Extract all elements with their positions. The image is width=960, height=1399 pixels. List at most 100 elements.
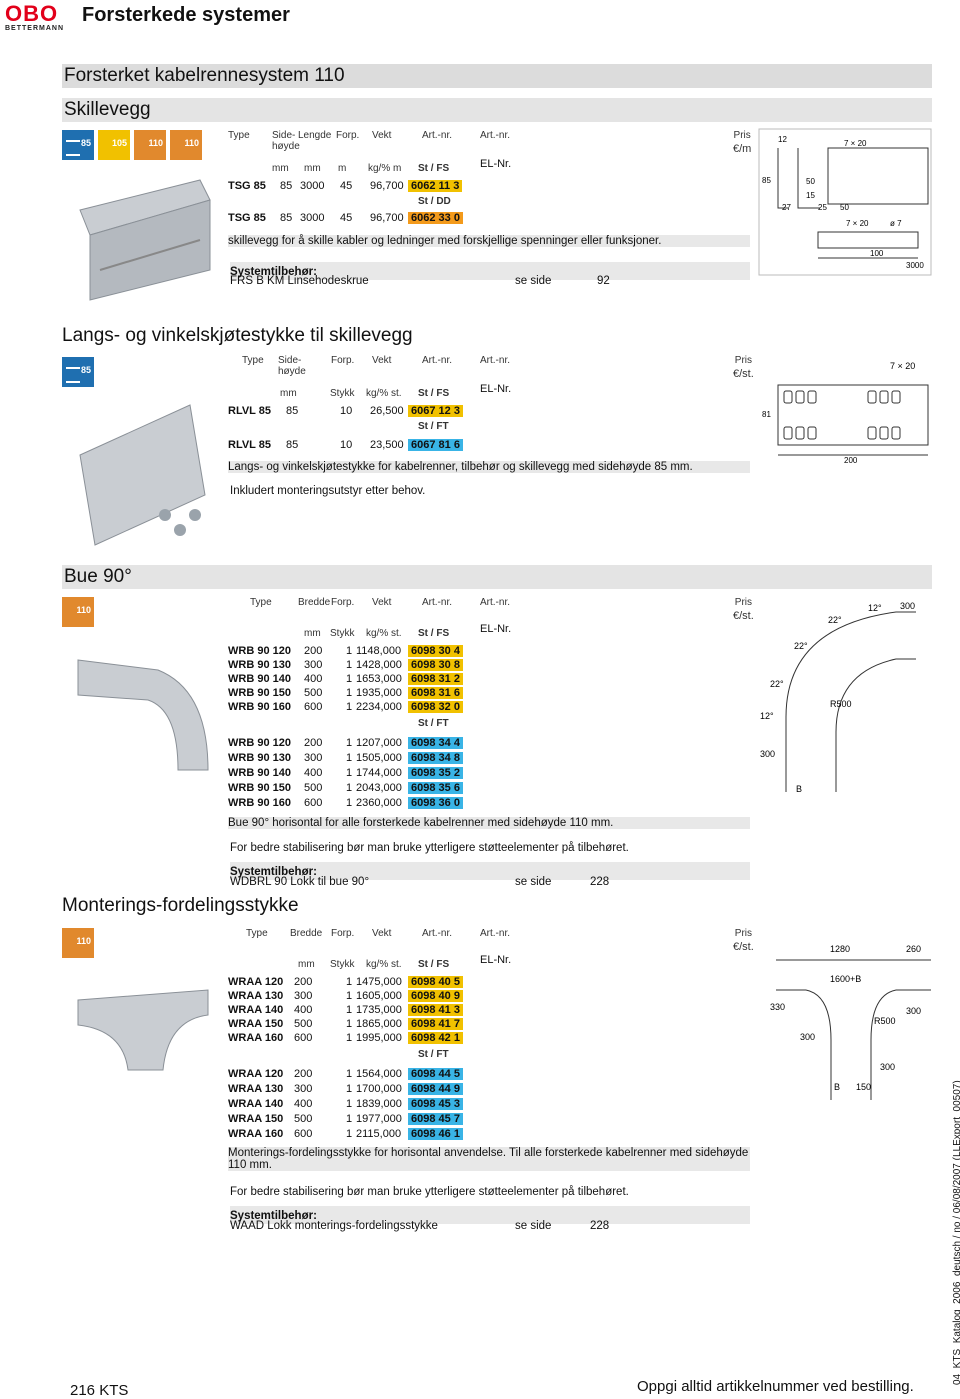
dim-label: B <box>834 1082 840 1092</box>
row-type: WRAA 130 <box>228 990 284 1002</box>
hdr-kg: kg/% st. <box>366 959 402 970</box>
row-vekt: 2360,000 <box>356 797 402 809</box>
dim-label: 12° <box>868 603 882 613</box>
hdr-type: Type <box>242 355 264 366</box>
langs-pris: Pris €/st. <box>733 355 754 380</box>
row-side: 85 <box>280 180 293 192</box>
monterings-pris: Pris €/st. <box>733 928 754 953</box>
hdr-unit-mm2: mm <box>304 163 321 174</box>
hdr-stykk: Stykk <box>330 388 355 399</box>
bue-sys-item: WDBRL 90 Lokk til bue 90° <box>230 876 370 888</box>
row-bredde: 600 <box>304 701 323 713</box>
row-forp: 1 <box>346 737 353 749</box>
row-vekt: 2234,000 <box>356 701 402 713</box>
page-title: Forsterkede systemer <box>82 4 290 26</box>
row-art: 6098 46 1 <box>408 1128 463 1140</box>
row-art: 6098 30 8 <box>408 659 463 671</box>
bue-drawing: 12° 300 22° 22° 22° 12° R500 300 B <box>760 601 916 794</box>
row-bredde: 200 <box>294 976 313 988</box>
skillevegg-heading: Skillevegg <box>62 98 932 122</box>
row-vekt: 26,500 <box>370 405 404 417</box>
row-forp: 1 <box>346 752 353 764</box>
row-art: 6062 33 0 <box>408 212 463 224</box>
row-art: 6098 34 8 <box>408 752 463 764</box>
dim-label: 25 <box>818 203 827 212</box>
hdr-elnr: EL-Nr. <box>480 623 512 635</box>
hdr-side: Side- høyde <box>272 130 300 152</box>
row-type: TSG 85 <box>228 212 266 224</box>
hdr-st-fs: St / FS <box>418 163 450 174</box>
hdr-kg: kg/% st. <box>366 388 402 399</box>
hdr-vekt: Vekt <box>372 130 392 141</box>
dim-label: 7 × 20 <box>890 361 915 371</box>
row-art: 6098 45 3 <box>408 1098 463 1110</box>
section-banner: Forsterket kabelrennesystem 110 <box>62 64 932 88</box>
row-forp: 10 <box>340 439 353 451</box>
row-forp: 1 <box>346 673 353 685</box>
badge-85-icon: 85 <box>62 130 94 160</box>
row-type: WRB 90 130 <box>228 752 291 764</box>
hdr-artnr1: Art.-nr. <box>422 928 453 939</box>
row-type: WRAA 160 <box>228 1128 284 1140</box>
monterings-page: 228 <box>590 1220 610 1232</box>
row-forp: 1 <box>346 1004 353 1016</box>
row-bredde: 200 <box>294 1068 313 1080</box>
hdr-st-fs: St / FS <box>418 959 450 970</box>
row-bredde: 300 <box>304 752 323 764</box>
dim-label: 12 <box>778 135 787 144</box>
row-vekt: 1744,000 <box>356 767 402 779</box>
hdr-st-ft: St / FT <box>418 421 449 432</box>
row-vekt: 96,700 <box>370 180 404 192</box>
footer-page: 216 KTS <box>70 1382 129 1399</box>
row-bredde: 300 <box>304 659 323 671</box>
row-vekt: 1207,000 <box>356 737 402 749</box>
bue-desc2: For bedre stabilisering bør man bruke yt… <box>230 842 629 854</box>
row-bredde: 400 <box>294 1098 313 1110</box>
row-forp: 1 <box>346 701 353 713</box>
row-bredde: 400 <box>304 767 323 779</box>
row-bredde: 400 <box>304 673 323 685</box>
row-type: WRAA 140 <box>228 1098 284 1110</box>
row-forp: 1 <box>346 1018 353 1030</box>
badge-110-icon: 110 <box>62 597 94 627</box>
row-vekt: 2043,000 <box>356 782 402 794</box>
skillevegg-badges: 85 105 110 110 <box>62 130 202 160</box>
hdr-artnr2: Art.-nr. <box>480 597 511 608</box>
row-art: 6098 40 9 <box>408 990 463 1002</box>
dim-label: 27 <box>782 203 791 212</box>
row-type: WRB 90 130 <box>228 659 291 671</box>
bue-page: 228 <box>590 876 610 888</box>
hdr-unit-kg: kg/% m <box>368 163 402 174</box>
row-type: WRB 90 120 <box>228 645 291 657</box>
row-forp: 1 <box>346 659 353 671</box>
row-type: WRB 90 120 <box>228 737 291 749</box>
row-type: WRAA 150 <box>228 1113 284 1125</box>
hdr-st-ft: St / FT <box>418 718 449 729</box>
langs-heading: Langs- og vinkelskjøtestykke til skillev… <box>62 325 413 346</box>
monterings-sys-item: WAAD Lokk monterings-fordelingsstykke <box>230 1220 438 1232</box>
row-vekt: 1735,000 <box>356 1004 402 1016</box>
hdr-vekt: Vekt <box>372 597 392 608</box>
hdr-type: Type <box>228 130 250 141</box>
dim-label: 300 <box>880 1062 895 1072</box>
dim-label: ø 7 <box>890 219 902 228</box>
row-bredde: 400 <box>294 1004 313 1016</box>
row-vekt: 1564,000 <box>356 1068 402 1080</box>
row-art: 6098 42 1 <box>408 1032 463 1044</box>
hdr-st-dd: St / DD <box>418 196 451 207</box>
hdr-artnr1: Art.-nr. <box>422 355 453 366</box>
hdr-unit-mm: mm <box>304 628 321 639</box>
langs-desc2: Inkludert monteringsutstyr etter behov. <box>230 485 426 497</box>
dim-label: 1280 <box>830 944 850 954</box>
row-type: WRB 90 150 <box>228 782 291 794</box>
side-code: 04_KTS_Katalog_2006_deutsch / no / 06/08… <box>952 1080 960 1385</box>
row-forp: 45 <box>340 212 353 224</box>
monterings-drawing: 1280 260 1600+B 330 R500 300 300 B 150 3… <box>770 944 931 1100</box>
row-vekt: 96,700 <box>370 212 404 224</box>
row-art: 6098 31 2 <box>408 673 463 685</box>
row-type: WRAA 130 <box>228 1083 284 1095</box>
hdr-unit-mm: mm <box>272 163 289 174</box>
logo-mark: OBO <box>5 1 59 26</box>
row-bredde: 200 <box>304 645 323 657</box>
row-bredde: 600 <box>304 797 323 809</box>
